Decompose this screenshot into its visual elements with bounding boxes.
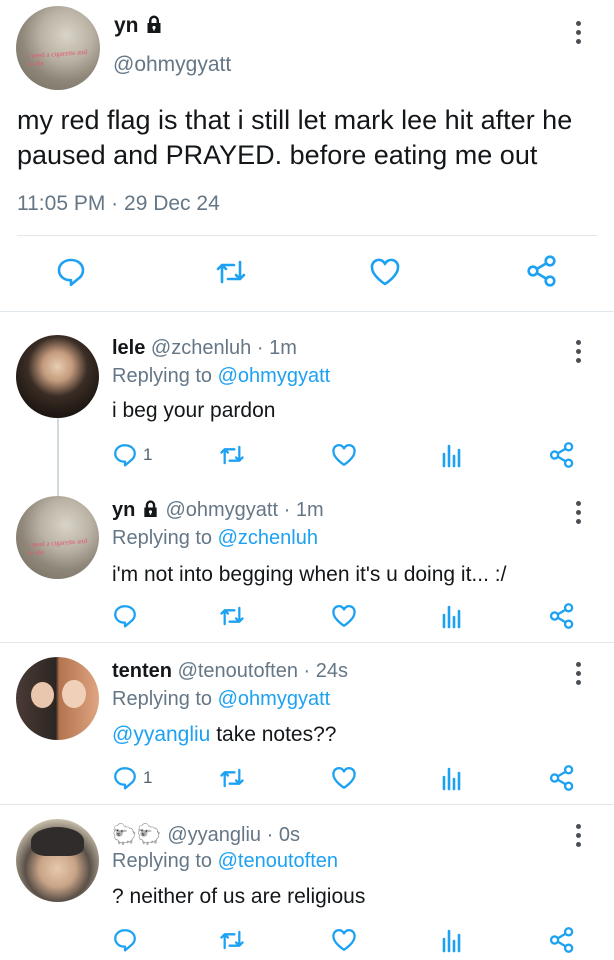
divider	[0, 804, 614, 805]
retweet-icon[interactable]	[218, 927, 246, 953]
author-handle[interactable]: @zchenluh	[151, 337, 251, 359]
reply-time: · 1m	[283, 499, 324, 521]
more-options-icon[interactable]	[576, 501, 582, 528]
divider	[17, 235, 597, 236]
mention-link[interactable]: @yyangliu	[112, 723, 210, 746]
author-name[interactable]: 🐑🐑	[112, 824, 162, 846]
replying-to: Replying to @ohmygyatt	[112, 688, 331, 710]
author-name[interactable]: yn	[112, 499, 135, 521]
reply-count: 1	[143, 445, 153, 464]
reply-time: · 0s	[266, 824, 300, 846]
avatar-caption: i need a cigarette and to die	[27, 47, 88, 68]
analytics-icon[interactable]	[440, 927, 464, 953]
retweet-icon[interactable]	[218, 765, 246, 791]
mention-link[interactable]: @tenoutoften	[218, 850, 338, 872]
more-options-icon[interactable]	[576, 662, 582, 689]
like-icon[interactable]	[330, 927, 358, 953]
reply-icon[interactable]	[112, 442, 138, 468]
share-icon[interactable]	[525, 254, 559, 288]
mention-link[interactable]: @ohmygyatt	[218, 365, 331, 387]
divider	[0, 311, 614, 312]
reply-header: 🐑🐑 @yyangliu · 0s	[112, 822, 300, 847]
lock-icon	[144, 14, 164, 40]
avatar[interactable]: i need a cigarette and to die	[16, 6, 100, 90]
more-options-icon[interactable]	[576, 824, 582, 851]
replying-to: Replying to @zchenluh	[112, 527, 318, 549]
avatar[interactable]	[16, 819, 99, 902]
reply-count: 1	[143, 768, 153, 787]
author-handle[interactable]: @ohmygyatt	[165, 499, 278, 521]
time: 11:05 PM	[17, 192, 106, 215]
retweet-icon[interactable]	[218, 603, 246, 629]
author-handle[interactable]: @tenoutoften	[178, 660, 298, 682]
divider	[0, 642, 614, 643]
share-icon[interactable]	[548, 926, 576, 954]
reply-time: · 24s	[303, 660, 348, 682]
share-icon[interactable]	[548, 602, 576, 630]
avatar-caption: i need a cigarette and to die	[27, 537, 88, 558]
reply-header: yn @ohmygyatt · 1m	[112, 499, 324, 524]
author-name[interactable]: lele	[112, 337, 145, 359]
author-name[interactable]: yn	[114, 14, 164, 40]
timestamp: 11:05 PM · 29 Dec 24	[17, 192, 220, 216]
reply-text: i'm not into begging when it's u doing i…	[112, 563, 507, 586]
analytics-icon[interactable]	[440, 603, 464, 629]
thread-line	[57, 418, 59, 496]
like-icon[interactable]	[368, 256, 402, 288]
reply-header: lele @zchenluh · 1m	[112, 337, 297, 360]
like-icon[interactable]	[330, 603, 358, 629]
replying-to: Replying to @ohmygyatt	[112, 365, 331, 387]
like-icon[interactable]	[330, 765, 358, 791]
replying-to: Replying to @tenoutoften	[112, 850, 339, 872]
reply-icon[interactable]	[55, 256, 87, 288]
reply-header: tenten @tenoutoften · 24s	[112, 660, 348, 683]
share-icon[interactable]	[548, 764, 576, 792]
tweet-text: my red flag is that i still let mark lee…	[17, 105, 573, 170]
author-name[interactable]: tenten	[112, 660, 172, 682]
author-handle[interactable]: @yyangliu	[167, 824, 261, 846]
reply-icon[interactable]	[112, 603, 138, 629]
more-options-icon[interactable]	[576, 21, 582, 48]
avatar[interactable]	[16, 657, 99, 740]
analytics-icon[interactable]	[440, 765, 464, 791]
retweet-icon[interactable]	[214, 256, 248, 288]
mention-link[interactable]: @zchenluh	[218, 527, 318, 549]
more-options-icon[interactable]	[576, 340, 582, 367]
retweet-icon[interactable]	[218, 442, 246, 468]
share-icon[interactable]	[548, 441, 576, 469]
avatar[interactable]: i need a cigarette and to die	[16, 496, 99, 579]
separator: ·	[111, 192, 119, 215]
reply-text: i beg your pardon	[112, 399, 276, 422]
reply-text: @yyangliu take notes??	[112, 723, 337, 746]
lock-icon	[141, 499, 160, 524]
date: 29 Dec 24	[124, 192, 220, 215]
reply-text: ? neither of us are religious	[112, 885, 366, 908]
avatar[interactable]	[16, 335, 99, 418]
reply-time: · 1m	[256, 337, 297, 359]
like-icon[interactable]	[330, 442, 358, 468]
analytics-icon[interactable]	[440, 442, 464, 468]
mention-link[interactable]: @ohmygyatt	[218, 688, 331, 710]
reply-icon[interactable]	[112, 927, 138, 953]
author-handle[interactable]: @ohmygyatt	[113, 53, 231, 77]
reply-icon[interactable]	[112, 765, 138, 791]
